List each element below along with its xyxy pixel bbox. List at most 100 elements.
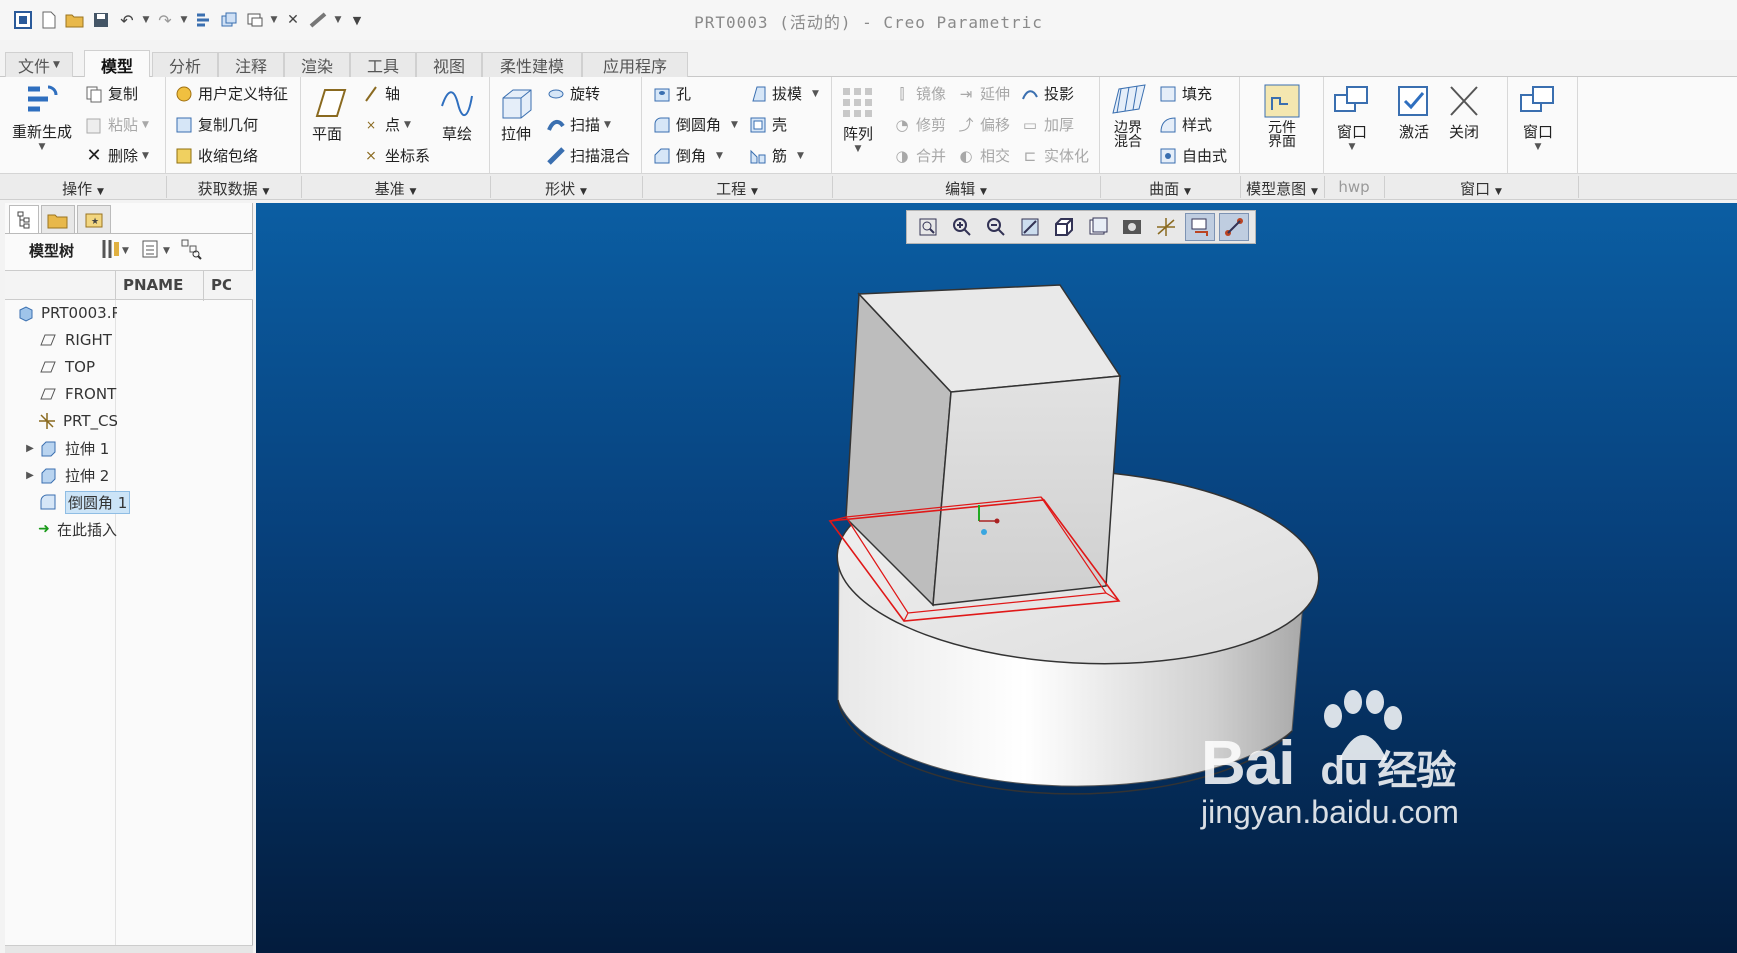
hole-icon <box>652 84 672 104</box>
component-interface-button[interactable]: 元件界面 <box>1258 81 1306 149</box>
column-header-pc[interactable]: PC <box>211 276 231 294</box>
revolve-button[interactable]: 旋转 <box>546 83 600 104</box>
thicken-button[interactable]: ▭ 加厚 <box>1020 114 1074 135</box>
project-button[interactable]: 投影 <box>1020 83 1074 104</box>
csys-button[interactable]: ⨯ 坐标系 <box>361 145 430 166</box>
window-button[interactable]: 窗口 ▼ <box>1518 81 1558 152</box>
expand-icon[interactable]: ▶ <box>23 443 37 454</box>
close-icon <box>1444 81 1484 121</box>
tree-item-part[interactable]: PRT0003.PR <box>17 299 117 327</box>
trim-icon: ◔ <box>895 115 909 134</box>
hwp-window-button[interactable]: 窗口 ▼ <box>1332 81 1372 152</box>
show-dropdown-icon[interactable]: ▼ <box>163 246 170 256</box>
extrude-button[interactable]: 拉伸 <box>496 83 536 144</box>
sweep-button[interactable]: 扫描 ▼ <box>546 114 611 135</box>
extend-button[interactable]: ⇥ 延伸 <box>956 83 1010 104</box>
chamfer-button[interactable]: 倒角 ▼ <box>652 145 723 166</box>
settings-dropdown-icon[interactable]: ▼ <box>122 246 129 256</box>
style-button[interactable]: 样式 <box>1158 114 1212 135</box>
settings-icon[interactable] <box>100 238 120 264</box>
ribbon-group-labels: 操作 ▼ 获取数据 ▼ 基准 ▼ 形状 ▼ 工程 ▼ 编辑 ▼ 曲面 ▼ 模型意… <box>0 173 1737 200</box>
tab-view[interactable]: 视图 <box>416 52 482 77</box>
delete-button[interactable]: ✕ 删除 ▼ <box>84 145 148 166</box>
swept-blend-button[interactable]: 扫描混合 <box>546 145 630 166</box>
tree-item-top[interactable]: TOP <box>37 353 95 381</box>
ribbon: 重新生成 ▼ 复制 粘贴 ▼ ✕ 删除 ▼ 用户定义特征 复制几何 收缩包络 平面 轴… <box>0 77 1737 173</box>
draft-button[interactable]: 拔模 ▼ <box>748 83 819 104</box>
model-tree-tab-icon[interactable] <box>9 205 39 233</box>
tab-render[interactable]: 渲染 <box>284 52 350 77</box>
rib-button[interactable]: 筋 ▼ <box>748 145 804 166</box>
solidify-button[interactable]: ⊏ 实体化 <box>1020 145 1089 166</box>
expand-icon[interactable]: ▶ <box>23 470 37 481</box>
tree-item-extrude-2[interactable]: ▶ 拉伸 2 <box>23 461 109 489</box>
sweep-icon <box>546 115 566 135</box>
copy-button[interactable]: 复制 <box>84 83 138 104</box>
close-button[interactable]: 关闭 <box>1444 81 1484 142</box>
tree-item-csys[interactable]: PRT_CSY <box>37 407 117 435</box>
mirror-button[interactable]: ⫿ 镜像 <box>892 83 946 104</box>
pattern-button[interactable]: 阵列 ▼ <box>838 83 878 154</box>
favorites-tab-icon[interactable]: ★ <box>77 205 111 233</box>
group-label-datum[interactable]: 基准 ▼ <box>301 178 490 199</box>
group-label-surfaces[interactable]: 曲面 ▼ <box>1100 178 1240 199</box>
shell-button[interactable]: 壳 <box>748 114 787 135</box>
round-icon <box>652 115 672 135</box>
plane-button[interactable]: 平面 <box>307 83 347 144</box>
group-label-editing[interactable]: 编辑 ▼ <box>832 178 1100 199</box>
group-label-get-data[interactable]: 获取数据 ▼ <box>166 178 301 199</box>
tree-item-insert-here[interactable]: ➜ 在此插入 <box>37 515 117 543</box>
group-label-window[interactable]: 窗口 ▼ <box>1384 178 1578 199</box>
horizontal-scrollbar[interactable] <box>5 945 253 953</box>
tree-item-right[interactable]: RIGHT <box>37 326 112 354</box>
udf-button[interactable]: 用户定义特征 <box>174 83 288 104</box>
offset-button[interactable]: ⤴ 偏移 <box>956 114 1010 135</box>
shrinkwrap-button[interactable]: 收缩包络 <box>174 145 258 166</box>
trim-button[interactable]: ◔ 修剪 <box>892 114 946 135</box>
tab-model[interactable]: 模型 <box>84 50 150 78</box>
regenerate-button[interactable]: 重新生成 ▼ <box>12 81 72 152</box>
boundary-blend-button[interactable]: 边界混合 <box>1106 81 1150 149</box>
tab-analysis[interactable]: 分析 <box>152 52 218 77</box>
group-label-shapes[interactable]: 形状 ▼ <box>490 178 642 199</box>
fill-button[interactable]: 填充 <box>1158 83 1212 104</box>
tree-item-round-1[interactable]: 倒圆角 1 <box>37 488 131 516</box>
tab-file[interactable]: 文件 ▼ <box>5 52 73 77</box>
group-label-operations[interactable]: 操作 ▼ <box>0 178 166 199</box>
fill-icon <box>1158 84 1178 104</box>
copy-geometry-icon <box>174 115 194 135</box>
model-tree: PRT0003.PR RIGHT TOP FRONT PRT_CSY ▶ 拉伸 … <box>5 299 253 539</box>
tab-applications[interactable]: 应用程序 <box>582 52 688 77</box>
style-icon <box>1158 115 1178 135</box>
graphics-window[interactable]: Bai du 经验 jingyan.baidu.com <box>256 203 1737 953</box>
insert-here-icon: ➜ <box>38 521 50 537</box>
regenerate-dropdown-icon[interactable]: ▼ <box>39 142 46 152</box>
intersect-button[interactable]: ◐ 相交 <box>956 145 1010 166</box>
tab-tools[interactable]: 工具 <box>350 52 416 77</box>
copy-geometry-button[interactable]: 复制几何 <box>174 114 258 135</box>
freestyle-button[interactable]: 自由式 <box>1158 145 1227 166</box>
tab-flexible-modeling[interactable]: 柔性建模 <box>482 52 582 77</box>
show-icon[interactable] <box>141 239 159 263</box>
activate-button[interactable]: 激活 <box>1394 81 1434 142</box>
watermark-suffix: 经验 <box>1377 749 1456 793</box>
pattern-dropdown-icon[interactable]: ▼ <box>855 144 862 154</box>
hole-button[interactable]: 孔 <box>652 83 691 104</box>
group-label-model-intent[interactable]: 模型意图 ▼ <box>1240 178 1324 199</box>
merge-button[interactable]: ◑ 合并 <box>892 145 946 166</box>
model-3d-view[interactable] <box>256 203 1737 953</box>
tab-annotate[interactable]: 注释 <box>218 52 284 77</box>
group-editing: 阵列 ▼ ⫿ 镜像 ◔ 修剪 ◑ 合并 ⇥ 延伸 ⤴ 偏移 ◐ 相交 投影 ▭ 加厚 ⊏ 实体化 <box>832 77 1100 173</box>
filter-icon[interactable] <box>180 238 202 264</box>
tree-item-front[interactable]: FRONT <box>37 380 116 408</box>
axis-button[interactable]: 轴 <box>361 83 400 104</box>
column-header-pname[interactable]: PNAME <box>123 276 183 294</box>
group-label-engineering[interactable]: 工程 ▼ <box>642 178 832 199</box>
sketch-icon <box>437 83 477 123</box>
paste-button[interactable]: 粘贴 ▼ <box>84 114 149 135</box>
point-button[interactable]: × 点 ▼ <box>361 114 411 135</box>
tree-item-extrude-1[interactable]: ▶ 拉伸 1 <box>23 434 109 462</box>
folder-browser-tab-icon[interactable] <box>41 205 75 233</box>
round-button[interactable]: 倒圆角 ▼ <box>652 114 738 135</box>
sketch-button[interactable]: 草绘 <box>437 83 477 144</box>
